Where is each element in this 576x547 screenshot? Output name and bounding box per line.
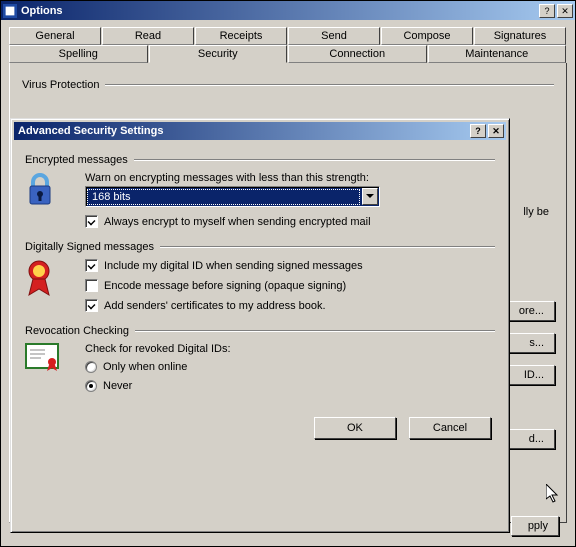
close-button[interactable]: ✕: [557, 4, 573, 18]
group-divider: [105, 84, 554, 86]
signed-row: Include my digital ID when sending signe…: [25, 259, 495, 319]
cancel-button[interactable]: Cancel: [409, 417, 491, 439]
adv-dialog-buttons: OK Cancel: [11, 417, 509, 439]
adv-body: Encrypted messages Warn on encrypting me…: [11, 140, 509, 411]
tab-general[interactable]: General: [9, 27, 101, 45]
section-divider: [160, 246, 495, 248]
tab-compose[interactable]: Compose: [381, 27, 473, 45]
options-bottom-buttons: pply: [505, 516, 559, 536]
only-online-radio[interactable]: [85, 361, 97, 373]
adv-title: Advanced Security Settings: [18, 125, 468, 137]
encode-opaque-label: Encode message before signing (opaque si…: [104, 280, 346, 292]
tab-read[interactable]: Read: [102, 27, 194, 45]
advanced-security-dialog: Advanced Security Settings ? ✕ Encrypted…: [10, 118, 510, 533]
dropdown-arrow-icon[interactable]: [362, 188, 378, 205]
check-label: Check for revoked Digital IDs:: [85, 343, 495, 355]
signed-label: Digitally Signed messages: [25, 241, 154, 253]
never-radio[interactable]: [85, 380, 97, 392]
tab-send[interactable]: Send: [288, 27, 380, 45]
options-title: Options: [21, 5, 537, 17]
ribbon-icon: [25, 259, 53, 299]
tab-maintenance[interactable]: Maintenance: [428, 45, 567, 63]
revocation-label: Revocation Checking: [25, 325, 129, 337]
adv-close-button[interactable]: ✕: [488, 124, 504, 138]
ok-button[interactable]: OK: [314, 417, 396, 439]
section-divider: [135, 330, 495, 332]
strength-value: 168 bits: [87, 189, 360, 205]
section-divider: [134, 159, 495, 161]
tab-receipts[interactable]: Receipts: [195, 27, 287, 45]
include-id-checkbox[interactable]: [85, 259, 98, 272]
help-button[interactable]: ?: [539, 4, 555, 18]
background-text-fragment: lly be: [523, 206, 549, 218]
encrypt-self-label: Always encrypt to myself when sending en…: [104, 216, 371, 228]
revocation-row: Check for revoked Digital IDs: Only when…: [25, 343, 495, 399]
encrypted-label: Encrypted messages: [25, 154, 128, 166]
strength-dropdown[interactable]: 168 bits: [85, 186, 380, 207]
tab-row-1: General Read Receipts Send Compose Signa…: [9, 27, 567, 45]
tab-row-2: Spelling Security Connection Maintenance: [9, 45, 567, 63]
adv-titlebar: Advanced Security Settings ? ✕: [14, 122, 506, 140]
tab-connection[interactable]: Connection: [288, 45, 427, 63]
encrypted-row: Warn on encrypting messages with less th…: [25, 172, 495, 235]
add-cert-checkbox[interactable]: [85, 299, 98, 312]
padlock-icon: [25, 172, 55, 208]
only-online-label: Only when online: [103, 361, 187, 373]
certificate-icon: [25, 343, 59, 371]
app-icon: [3, 4, 17, 18]
virus-protection-label: Virus Protection: [22, 79, 99, 91]
signed-section: Digitally Signed messages: [25, 241, 495, 253]
never-label: Never: [103, 380, 132, 392]
apply-button[interactable]: pply: [511, 516, 559, 536]
tab-security[interactable]: Security: [149, 45, 288, 63]
warn-label: Warn on encrypting messages with less th…: [85, 172, 495, 184]
adv-help-button[interactable]: ?: [470, 124, 486, 138]
add-cert-label: Add senders' certificates to my address …: [104, 300, 326, 312]
encode-opaque-checkbox[interactable]: [85, 279, 98, 292]
encrypt-self-checkbox[interactable]: [85, 215, 98, 228]
tab-spelling[interactable]: Spelling: [9, 45, 148, 63]
include-id-label: Include my digital ID when sending signe…: [104, 260, 363, 272]
encrypted-section: Encrypted messages: [25, 154, 495, 166]
tab-signatures[interactable]: Signatures: [474, 27, 566, 45]
virus-protection-group: Virus Protection: [22, 79, 554, 91]
options-titlebar: Options ? ✕: [1, 1, 575, 20]
revocation-section: Revocation Checking: [25, 325, 495, 337]
